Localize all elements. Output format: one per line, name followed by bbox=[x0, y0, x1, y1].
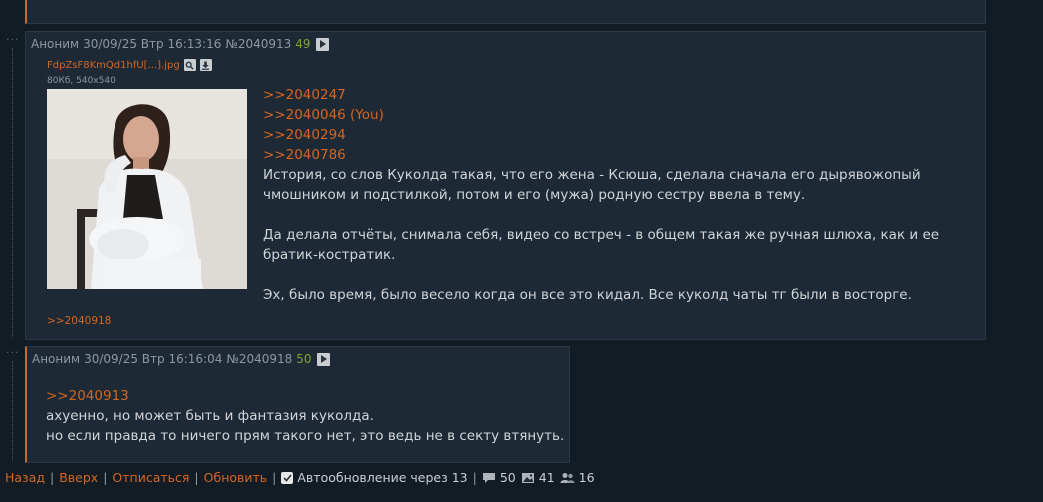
separator: | bbox=[103, 470, 108, 485]
top-link[interactable]: Вверх bbox=[59, 470, 98, 485]
post-number[interactable]: №2040918 bbox=[226, 352, 292, 366]
post-body: >>2040913 ахуенно, но может быть и фанта… bbox=[46, 386, 566, 446]
post-body: >>2040247 >>2040046 (You) >>2040294 >>20… bbox=[263, 85, 963, 305]
search-icon[interactable] bbox=[183, 59, 196, 71]
post-paragraph: Да делала отчёты, снимала себя, видео со… bbox=[263, 227, 940, 263]
posts-stat: 50 bbox=[482, 470, 516, 485]
file-info: 80Кб, 540x540 bbox=[47, 76, 116, 86]
post-date: 30/09/25 Втр 16:13:16 bbox=[83, 37, 222, 51]
post: Аноним 30/09/25 Втр 16:13:16 №2040913 49… bbox=[25, 31, 986, 340]
post: Аноним 30/09/25 Втр 16:16:04 №2040918 50… bbox=[25, 346, 570, 463]
post-number[interactable]: №2040913 bbox=[225, 37, 291, 51]
users-icon bbox=[560, 472, 575, 483]
file-attachment: FdpZsF8KmQd1hfU[...].jpg bbox=[47, 59, 212, 71]
post-paragraph: ахуенно, но может быть и фантазия куколд… bbox=[46, 408, 374, 424]
backlink[interactable]: >>2040918 bbox=[47, 315, 111, 327]
thread-line bbox=[12, 361, 13, 461]
post-paragraph: но если правда то ничего прям такого нет… bbox=[46, 428, 565, 444]
reply-link[interactable]: >>2040913 bbox=[46, 386, 566, 406]
separator: | bbox=[50, 470, 55, 485]
reply-count[interactable]: 49 bbox=[295, 37, 310, 51]
reply-count[interactable]: 50 bbox=[296, 352, 311, 366]
play-icon[interactable] bbox=[316, 352, 330, 366]
posts-count: 50 bbox=[499, 470, 516, 485]
post-paragraph: Эх, было время, было весело когда он все… bbox=[263, 287, 912, 303]
file-name-link[interactable]: FdpZsF8KmQd1hfU[...].jpg bbox=[47, 60, 180, 71]
separator: | bbox=[194, 470, 199, 485]
users-stat: 16 bbox=[560, 470, 595, 485]
thread-dots: ··· bbox=[6, 346, 20, 359]
post-previous bbox=[25, 0, 986, 24]
autorefresh-label: Автообновление через 13 bbox=[297, 470, 468, 485]
download-icon[interactable] bbox=[199, 59, 212, 71]
post-author: Аноним bbox=[32, 352, 81, 366]
reply-link[interactable]: >>2040046 (You) bbox=[263, 105, 963, 125]
back-link[interactable]: Назад bbox=[5, 470, 45, 485]
separator: | bbox=[272, 470, 277, 485]
play-icon[interactable] bbox=[315, 37, 329, 51]
post-paragraph: История, со слов Куколда такая, что его … bbox=[263, 167, 921, 203]
images-count: 41 bbox=[538, 470, 555, 485]
reply-link[interactable]: >>2040786 bbox=[263, 145, 963, 165]
thread-line bbox=[12, 48, 13, 338]
thread-dots: ··· bbox=[6, 33, 20, 46]
autorefresh-checkbox[interactable] bbox=[281, 471, 294, 484]
unsubscribe-link[interactable]: Отписаться bbox=[112, 470, 189, 485]
post-header: Аноним 30/09/25 Втр 16:13:16 №2040913 49 bbox=[31, 37, 329, 51]
reply-link[interactable]: >>2040294 bbox=[263, 125, 963, 145]
comment-icon bbox=[482, 472, 495, 483]
post-image-thumbnail[interactable] bbox=[47, 89, 247, 289]
users-count: 16 bbox=[578, 470, 595, 485]
image-icon bbox=[521, 472, 534, 483]
refresh-link[interactable]: Обновить bbox=[204, 470, 268, 485]
thread-nav-bar: Назад | Вверх | Отписаться | Обновить | … bbox=[5, 470, 595, 485]
post-header: Аноним 30/09/25 Втр 16:16:04 №2040918 50 bbox=[32, 352, 330, 366]
post-date: 30/09/25 Втр 16:16:04 bbox=[84, 352, 223, 366]
images-stat: 41 bbox=[521, 470, 555, 485]
reply-link[interactable]: >>2040247 bbox=[263, 85, 963, 105]
separator: | bbox=[472, 470, 477, 485]
post-author: Аноним bbox=[31, 37, 80, 51]
